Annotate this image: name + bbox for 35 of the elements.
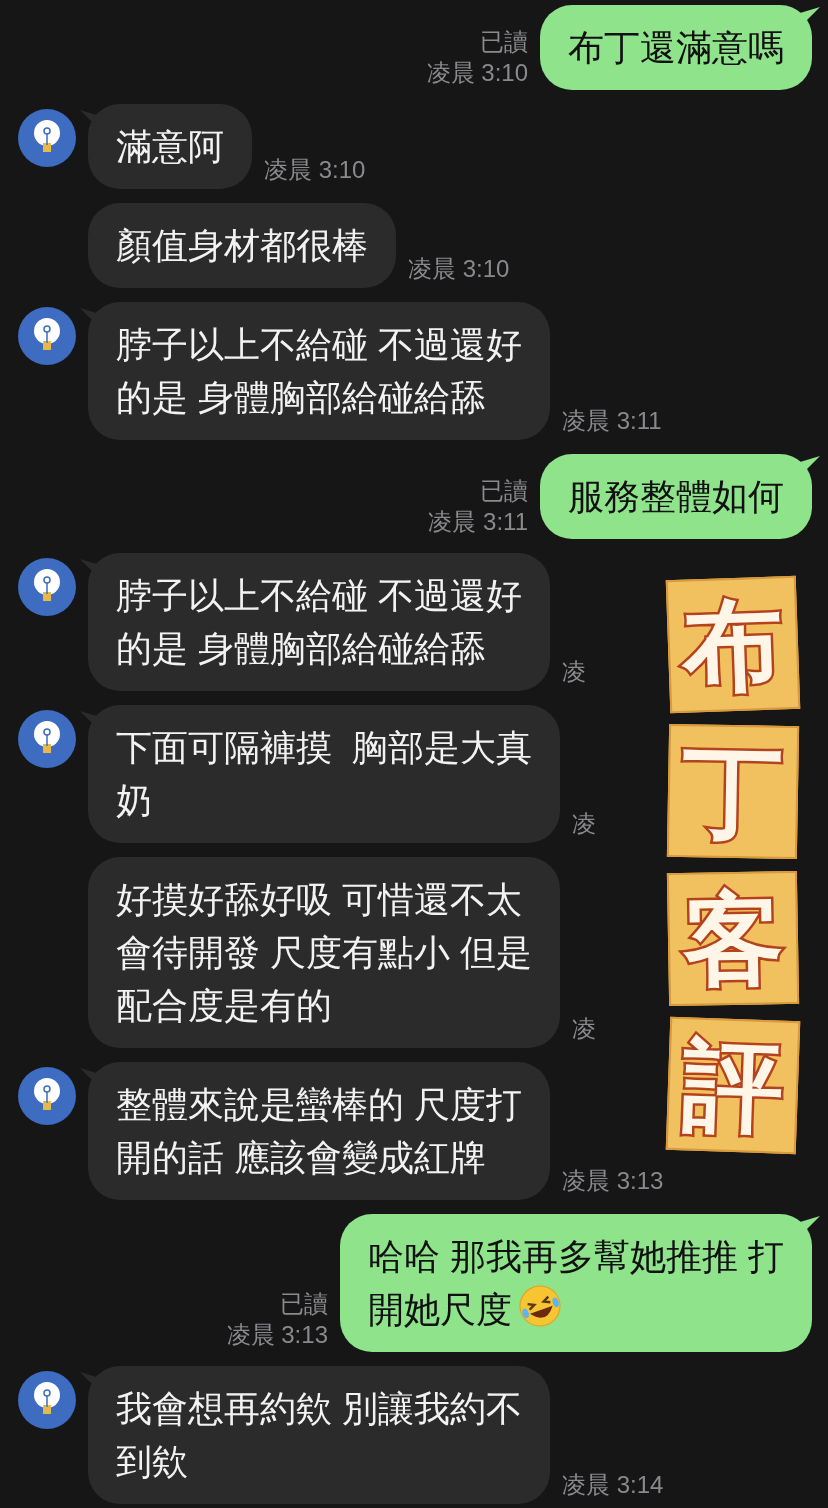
avatar-icon[interactable] bbox=[18, 109, 76, 167]
message-bubble: 整體來說是蠻棒的 尺度打 開的話 應該會變成紅牌 bbox=[88, 1062, 550, 1200]
avatar-icon[interactable] bbox=[18, 710, 76, 768]
message-bubble: 布丁還滿意嗎 bbox=[540, 5, 812, 90]
avatar-icon[interactable] bbox=[18, 558, 76, 616]
read-receipt: 已讀 bbox=[479, 27, 528, 57]
timestamp: 凌晨 3:11 bbox=[562, 406, 662, 436]
sticker-tile: 布 bbox=[665, 575, 801, 714]
timestamp: 凌晨 3:13 bbox=[562, 1166, 664, 1196]
timestamp: 凌晨 3:10 bbox=[264, 155, 366, 185]
timestamp: 凌晨 3:10 bbox=[408, 254, 510, 284]
avatar-icon[interactable] bbox=[18, 1371, 76, 1429]
message-bubble: 下面可隔褲摸 胸部是大真 奶 bbox=[88, 705, 560, 843]
message-bubble: 我會想再約欸 別讓我約不 到欸 bbox=[88, 1366, 550, 1504]
read-receipt: 已讀 bbox=[279, 1289, 328, 1319]
avatar-icon[interactable] bbox=[18, 307, 76, 365]
message-bubble: 顏值身材都很棒 bbox=[88, 203, 396, 288]
sticker-tile: 客 bbox=[666, 870, 800, 1007]
timestamp: 凌 bbox=[572, 809, 596, 839]
message-bubble: 滿意阿 bbox=[88, 104, 252, 189]
message-bubble: 脖子以上不給碰 不過還好 的是 身體胸部給碰給舔 bbox=[88, 553, 550, 691]
timestamp: 凌晨 3:10 bbox=[426, 58, 528, 88]
message-bubble: 服務整體如何 bbox=[540, 454, 812, 539]
sticker-tile: 丁 bbox=[666, 723, 800, 860]
message-bubble: 脖子以上不給碰 不過還好 的是 身體胸部給碰給舔 bbox=[88, 302, 550, 440]
read-receipt: 已讀 bbox=[479, 476, 528, 506]
timestamp: 凌晨 3:11 bbox=[428, 507, 528, 537]
message-bubble: 好摸好舔好吸 可惜還不太 會待開發 尺度有點小 但是 配合度是有的 bbox=[88, 857, 560, 1048]
timestamp: 凌 bbox=[562, 657, 586, 687]
timestamp: 凌 bbox=[572, 1014, 596, 1044]
timestamp: 凌晨 3:13 bbox=[226, 1320, 328, 1350]
avatar-icon[interactable] bbox=[18, 1067, 76, 1125]
sticker-tile: 評 bbox=[665, 1016, 801, 1155]
message-bubble: 哈哈 那我再多幫她推推 打 開她尺度 bbox=[340, 1214, 812, 1352]
timestamp: 凌晨 3:14 bbox=[562, 1470, 664, 1500]
